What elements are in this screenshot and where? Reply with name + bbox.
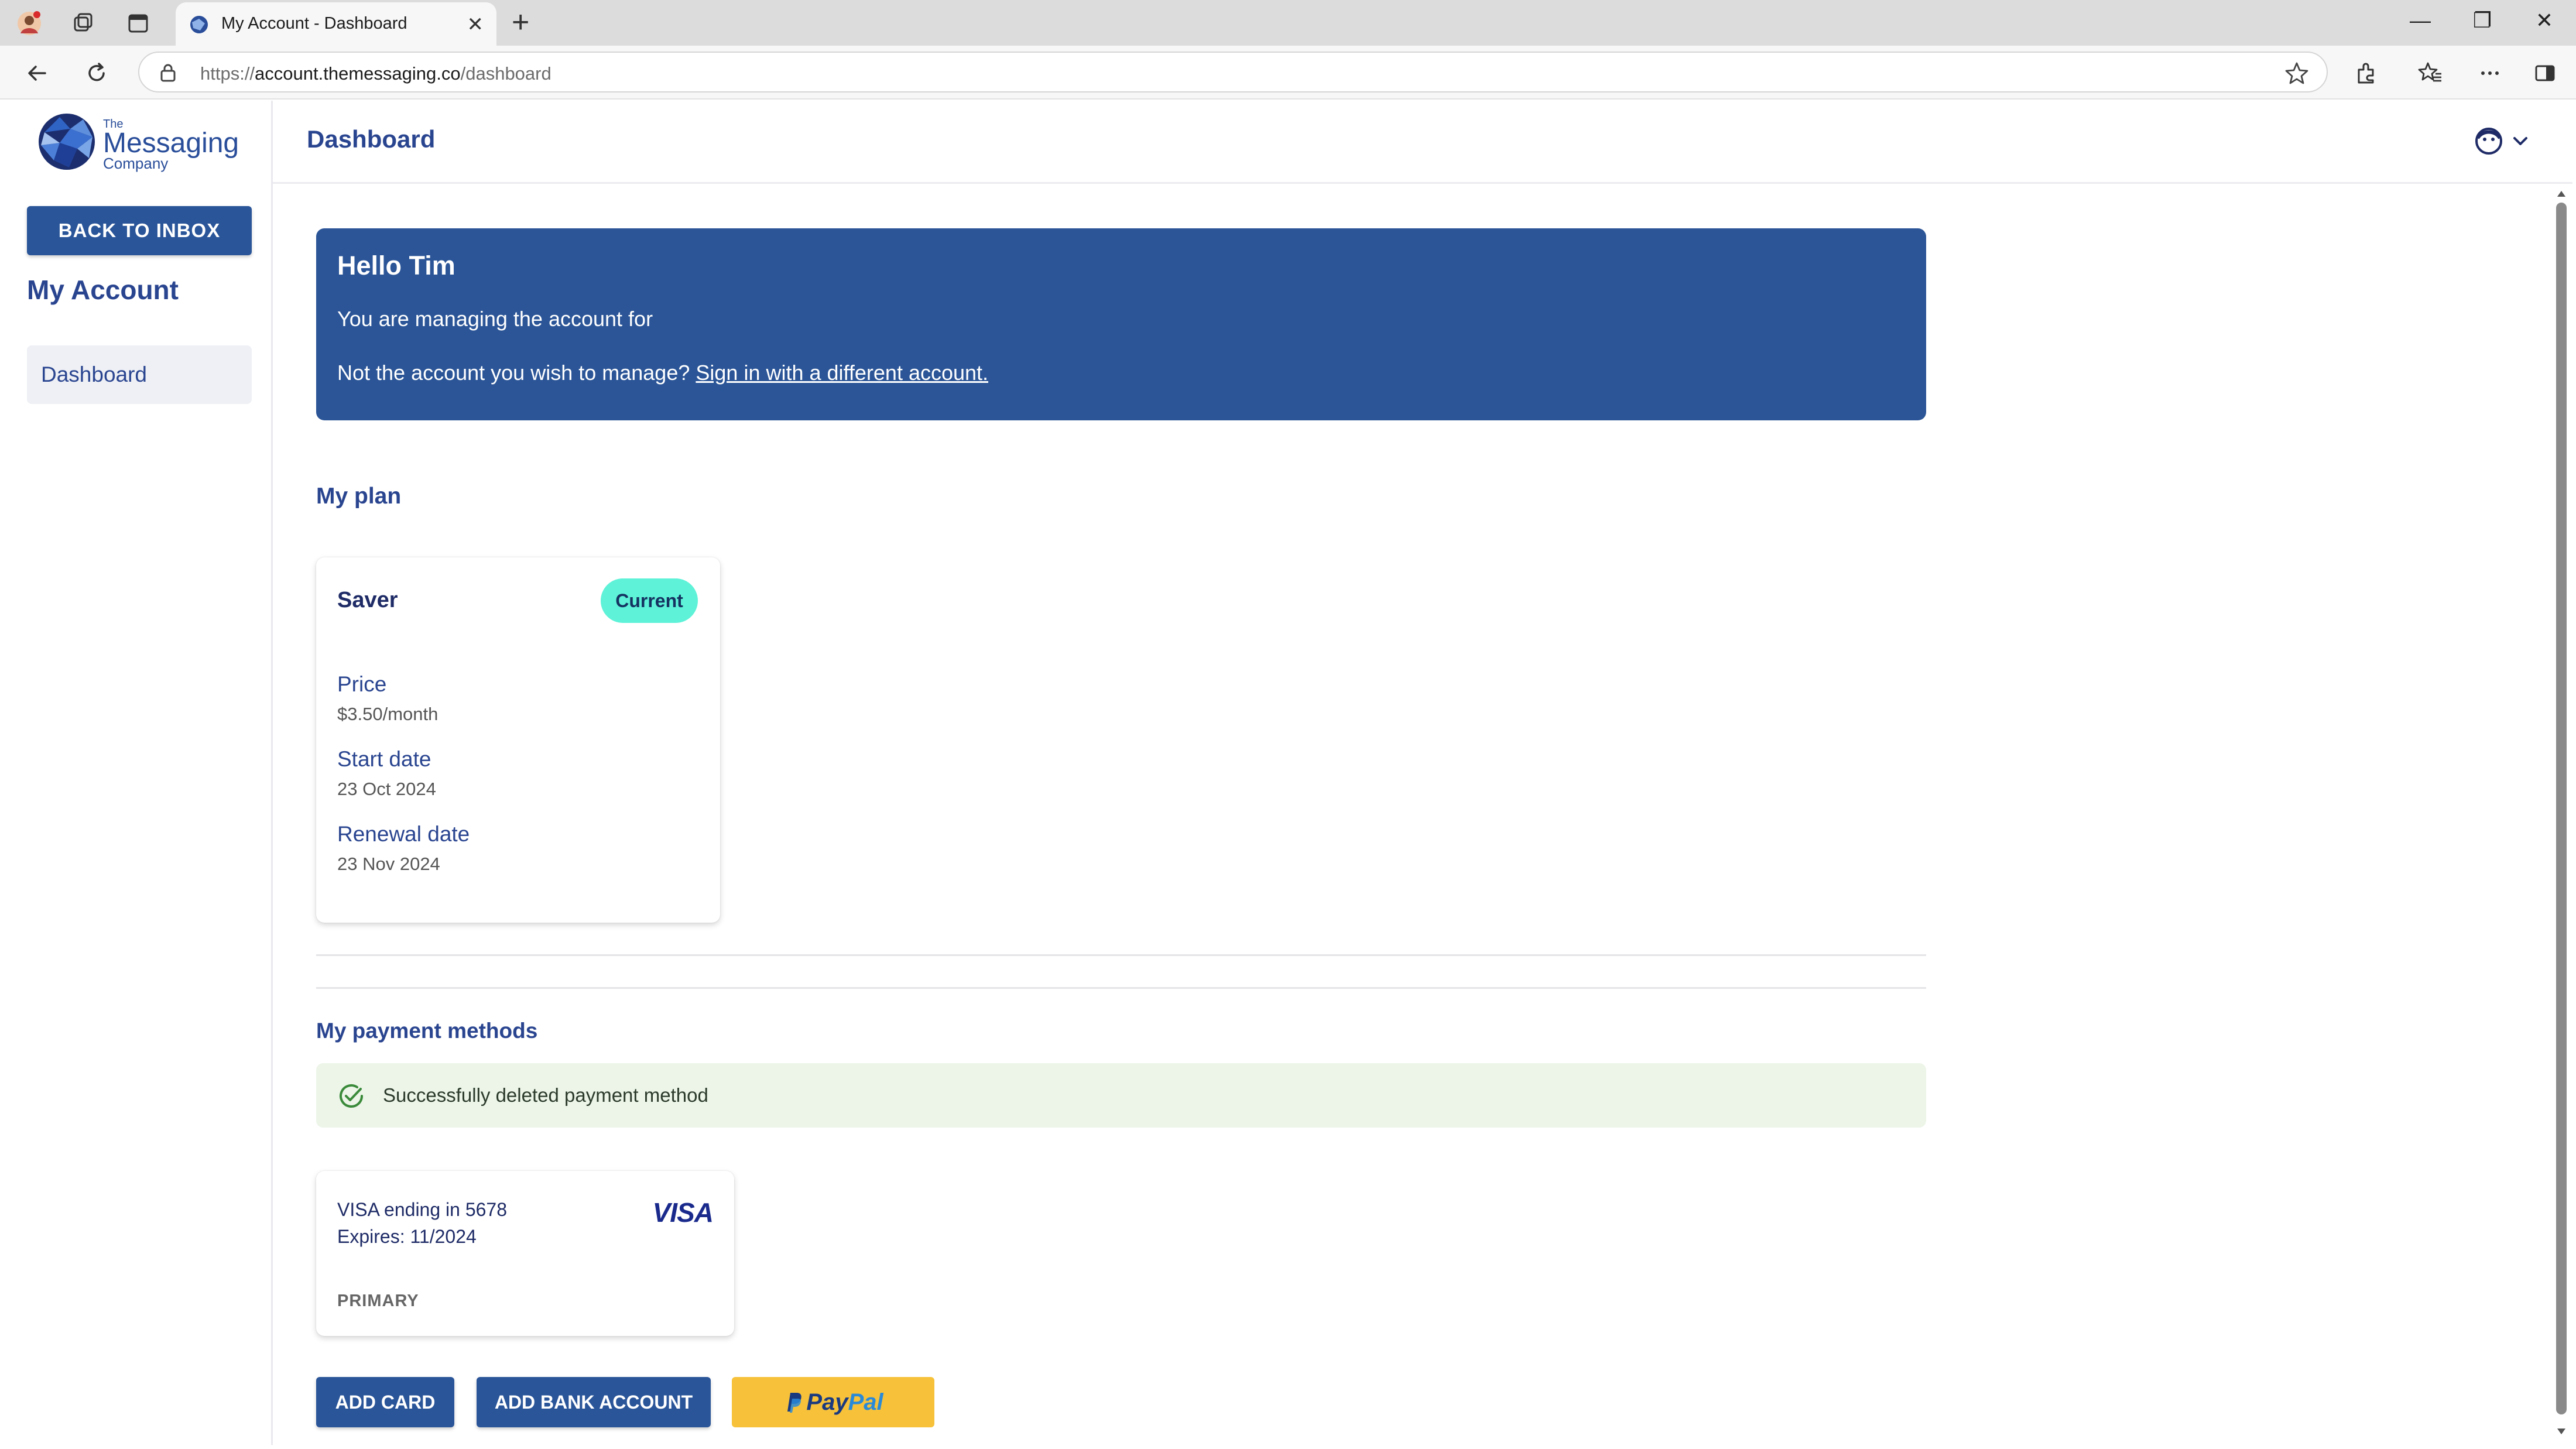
favorites-icon[interactable] bbox=[2416, 59, 2445, 88]
primary-tag: PRIMARY bbox=[337, 1292, 419, 1310]
more-icon[interactable] bbox=[2475, 59, 2505, 88]
profile-icon[interactable] bbox=[15, 9, 43, 37]
card-expiry: Expires: 11/2024 bbox=[337, 1226, 477, 1247]
plan-name: Saver bbox=[337, 588, 398, 612]
sidebar-toggle-icon[interactable] bbox=[2530, 59, 2560, 88]
chevron-down-icon[interactable] bbox=[2510, 131, 2530, 151]
start-date-label: Start date bbox=[337, 747, 431, 771]
close-icon[interactable]: ✕ bbox=[467, 13, 484, 36]
browser-toolbar: https://account.themessaging.co/dashboar… bbox=[0, 46, 2576, 100]
workspaces-icon[interactable] bbox=[69, 9, 97, 37]
my-plan-heading: My plan bbox=[316, 484, 402, 509]
globe-favicon-icon bbox=[190, 16, 208, 33]
payment-method-card[interactable]: VISA ending in 5678 Expires: 11/2024 VIS… bbox=[316, 1171, 734, 1336]
paypal-text-pal: Pal bbox=[848, 1389, 883, 1415]
divider bbox=[316, 954, 1926, 956]
check-circle-icon bbox=[340, 1084, 363, 1108]
topbar: Dashboard bbox=[273, 101, 2572, 184]
logo-globe-icon bbox=[39, 114, 95, 170]
company-logo[interactable]: The Messaging Company bbox=[36, 110, 239, 174]
refresh-icon[interactable] bbox=[82, 59, 111, 88]
tab-actions-icon[interactable] bbox=[124, 9, 152, 37]
paypal-text-pay: Pay bbox=[806, 1389, 848, 1415]
window-close-icon[interactable]: ✕ bbox=[2527, 8, 2562, 33]
price-label: Price bbox=[337, 672, 387, 696]
paypal-logo-icon bbox=[787, 1393, 802, 1413]
address-bar[interactable]: https://account.themessaging.co/dashboar… bbox=[138, 52, 2328, 93]
plus-icon[interactable]: + bbox=[512, 7, 529, 37]
divider bbox=[316, 987, 1926, 989]
paypal-button[interactable]: Pay Pal bbox=[732, 1377, 934, 1427]
plan-card: Saver Current Price $3.50/month Start da… bbox=[316, 557, 720, 923]
scrollbar[interactable] bbox=[2550, 186, 2572, 1439]
current-plan-badge: Current bbox=[601, 578, 698, 623]
alert-message: Successfully deleted payment method bbox=[383, 1084, 708, 1106]
start-date-value: 23 Oct 2024 bbox=[337, 779, 436, 799]
renewal-date-value: 23 Nov 2024 bbox=[337, 854, 440, 874]
scroll-thumb[interactable] bbox=[2556, 203, 2567, 1414]
active-tab[interactable]: My Account - Dashboard ✕ bbox=[176, 2, 496, 46]
card-title: VISA ending in 5678 bbox=[337, 1199, 508, 1220]
back-arrow-icon[interactable] bbox=[22, 59, 52, 88]
logo-text-company: Company bbox=[103, 155, 169, 172]
sidebar-heading: My Account bbox=[27, 275, 179, 305]
visa-logo: VISA bbox=[652, 1197, 714, 1228]
greeting-line-switch: Not the account you wish to manage? Sign… bbox=[337, 361, 988, 385]
scroll-down-icon[interactable] bbox=[2550, 1425, 2572, 1439]
user-menu[interactable] bbox=[2474, 126, 2530, 156]
sidebar: The Messaging Company BACK TO INBOX My A… bbox=[4, 101, 273, 1445]
browser-titlebar: My Account - Dashboard ✕ + — ❐ ✕ bbox=[0, 0, 2576, 46]
back-to-inbox-button[interactable]: BACK TO INBOX bbox=[27, 206, 252, 255]
greeting-switch-prompt: Not the account you wish to manage? bbox=[337, 361, 690, 385]
star-icon[interactable] bbox=[2284, 61, 2309, 85]
logo-text-main: Messaging bbox=[103, 128, 239, 159]
url-text[interactable]: https://account.themessaging.co/dashboar… bbox=[200, 63, 551, 84]
extensions-icon[interactable] bbox=[2351, 59, 2380, 88]
tab-title: My Account - Dashboard bbox=[221, 14, 407, 33]
success-alert: Successfully deleted payment method bbox=[316, 1063, 1926, 1128]
add-card-button[interactable]: ADD CARD bbox=[316, 1377, 454, 1427]
scroll-up-icon[interactable] bbox=[2550, 186, 2572, 200]
renewal-date-label: Renewal date bbox=[337, 822, 470, 846]
greeting-banner: Hello Tim You are managing the account f… bbox=[316, 228, 1926, 420]
sidebar-item-dashboard[interactable]: Dashboard bbox=[27, 345, 252, 404]
greeting-line-managing: You are managing the account for bbox=[337, 307, 653, 331]
payment-methods-heading: My payment methods bbox=[316, 1019, 538, 1043]
price-value: $3.50/month bbox=[337, 704, 439, 724]
lock-icon[interactable] bbox=[159, 63, 177, 82]
page: The Messaging Company BACK TO INBOX My A… bbox=[4, 101, 2572, 1445]
add-bank-account-button[interactable]: ADD BANK ACCOUNT bbox=[477, 1377, 711, 1427]
greeting-title: Hello Tim bbox=[337, 251, 455, 280]
page-title: Dashboard bbox=[307, 125, 436, 153]
restore-icon[interactable]: ❐ bbox=[2465, 8, 2500, 33]
user-avatar-icon[interactable] bbox=[2474, 126, 2503, 156]
minimize-icon[interactable]: — bbox=[2403, 8, 2438, 33]
sign-in-different-account-link[interactable]: Sign in with a different account. bbox=[696, 361, 988, 385]
